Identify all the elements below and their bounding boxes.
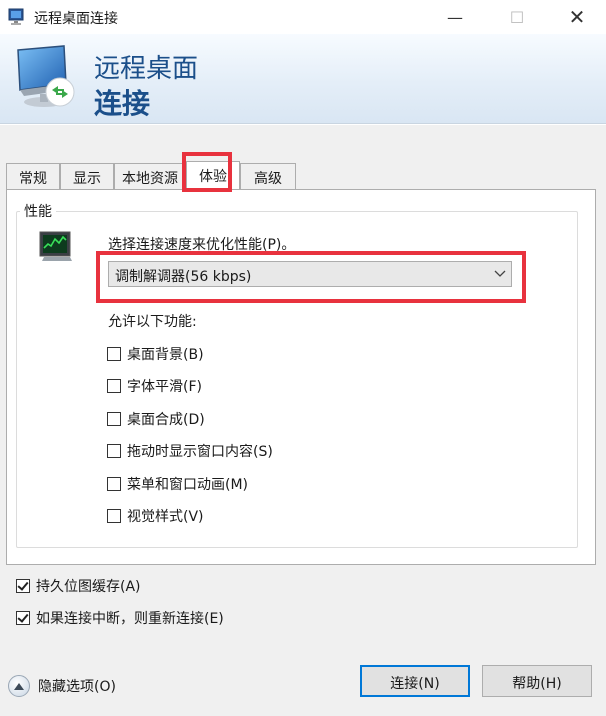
- tab-general[interactable]: 常规: [6, 163, 60, 189]
- tab-local-resources[interactable]: 本地资源: [114, 163, 186, 189]
- checkbox-label: 字体平滑(F): [127, 379, 202, 395]
- chevron-up-icon: [8, 675, 30, 697]
- checkbox-label: 视觉样式(V): [127, 509, 204, 525]
- minimize-icon: —: [447, 7, 463, 27]
- performance-monitor-icon: [39, 231, 72, 261]
- checkbox[interactable]: [107, 412, 121, 426]
- feature-menu-window-animation[interactable]: 菜单和窗口动画(M): [107, 475, 248, 493]
- close-icon: ✕: [568, 5, 586, 29]
- banner-title-line1: 远程桌面: [94, 54, 199, 84]
- remote-desktop-icon: [8, 8, 24, 25]
- persistent-bitmap-caching[interactable]: 持久位图缓存(A): [16, 577, 141, 595]
- feature-visual-styles[interactable]: 视觉样式(V): [107, 507, 204, 525]
- allow-features-label: 允许以下功能:: [108, 314, 197, 330]
- hide-options-label: 隐藏选项(O): [38, 679, 116, 695]
- close-button[interactable]: ✕: [554, 0, 600, 34]
- checkbox[interactable]: [107, 477, 121, 491]
- remote-desktop-logo-icon: [17, 45, 75, 107]
- checkbox-label: 如果连接中断，则重新连接(E): [36, 611, 224, 627]
- feature-show-window-contents[interactable]: 拖动时显示窗口内容(S): [107, 442, 273, 460]
- checkbox[interactable]: [107, 444, 121, 458]
- connection-speed-select[interactable]: 调制解调器(56 kbps): [108, 261, 512, 287]
- checkbox-label: 菜单和窗口动画(M): [127, 477, 249, 493]
- maximize-button[interactable]: ☐: [494, 0, 540, 34]
- checkbox-checked[interactable]: [16, 611, 30, 625]
- chevron-down-icon: [489, 262, 511, 286]
- tab-experience[interactable]: 体验: [186, 161, 240, 189]
- maximize-icon: ☐: [509, 7, 525, 27]
- reconnect-if-dropped[interactable]: 如果连接中断，则重新连接(E): [16, 609, 224, 627]
- hide-options-toggle[interactable]: 隐藏选项(O): [8, 675, 116, 697]
- checkbox-checked[interactable]: [16, 579, 30, 593]
- performance-group-label: 性能: [20, 201, 56, 221]
- connect-button[interactable]: 连接(N): [360, 665, 470, 697]
- speed-prompt-label: 选择连接速度来优化性能(P)。: [108, 237, 296, 253]
- checkbox[interactable]: [107, 347, 121, 361]
- tab-advanced[interactable]: 高级: [240, 163, 296, 189]
- help-button[interactable]: 帮助(H): [482, 665, 592, 697]
- feature-desktop-background[interactable]: 桌面背景(B): [107, 345, 204, 363]
- banner-title-line2: 连接: [94, 87, 151, 120]
- checkbox[interactable]: [107, 509, 121, 523]
- checkbox-label: 持久位图缓存(A): [36, 579, 141, 595]
- checkbox-label: 桌面合成(D): [127, 412, 205, 428]
- feature-desktop-composition[interactable]: 桌面合成(D): [107, 410, 205, 428]
- checkbox-label: 桌面背景(B): [127, 347, 204, 363]
- header-banner: 远程桌面 连接: [0, 34, 606, 124]
- feature-font-smoothing[interactable]: 字体平滑(F): [107, 377, 202, 395]
- title-bar: 远程桌面连接 — ☐ ✕: [0, 0, 606, 34]
- window-title: 远程桌面连接: [34, 11, 118, 27]
- checkbox-label: 拖动时显示窗口内容(S): [127, 444, 273, 460]
- checkbox[interactable]: [107, 379, 121, 393]
- connection-speed-value: 调制解调器(56 kbps): [115, 269, 252, 285]
- minimize-button[interactable]: —: [432, 0, 478, 34]
- tab-display[interactable]: 显示: [60, 163, 114, 189]
